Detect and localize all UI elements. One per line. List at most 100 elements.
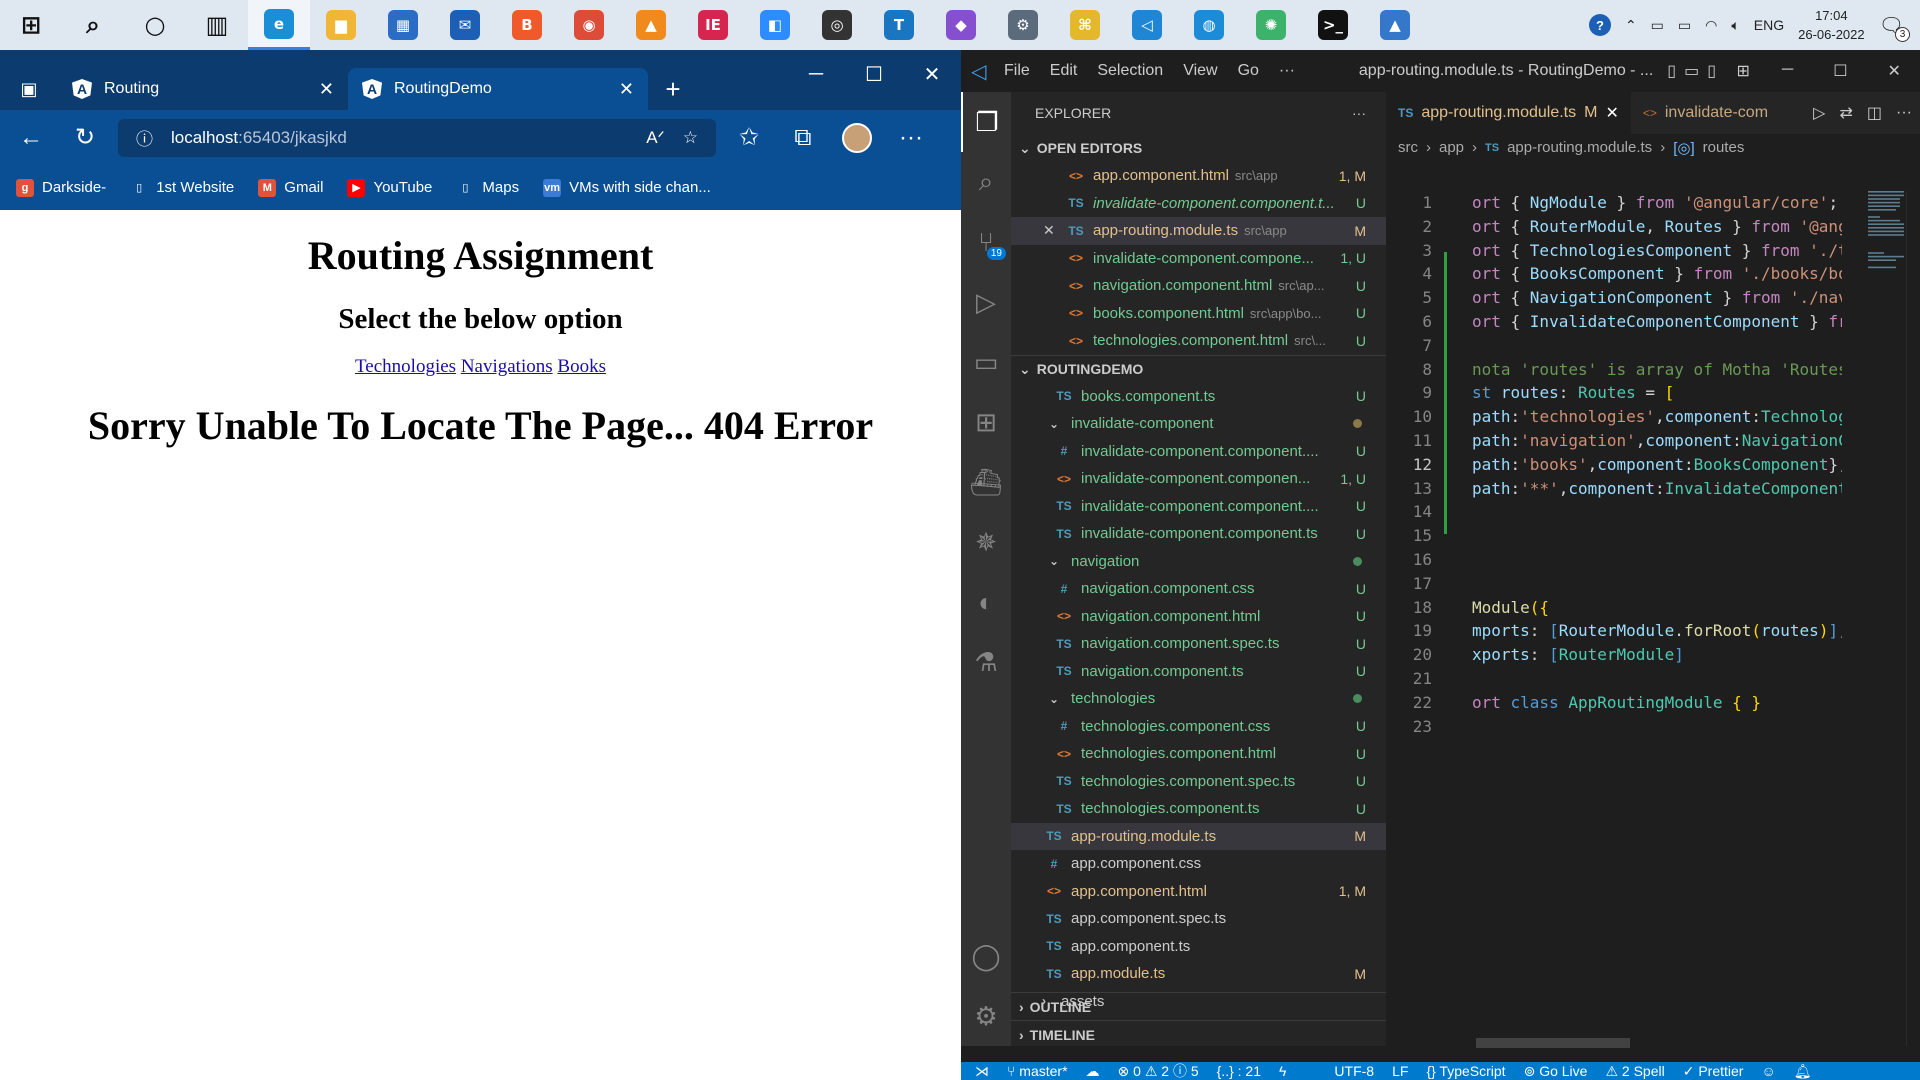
minimize-icon[interactable]: ─: [1782, 61, 1793, 81]
minimize-icon[interactable]: ─: [787, 50, 845, 98]
code-line[interactable]: 22 ort class AppRoutingModule { }: [1386, 691, 1920, 715]
add-favorite-icon[interactable]: ☆: [683, 128, 698, 148]
kubernetes-icon[interactable]: ✵: [961, 512, 1011, 572]
code-line[interactable]: 14: [1386, 500, 1920, 524]
code-line[interactable]: 6 ort { InvalidateComponentComponent } fr…: [1386, 310, 1920, 334]
explorer-icon[interactable]: ❐: [961, 92, 1011, 152]
code-line[interactable]: 4 ort { BooksComponent } from './books/bo…: [1386, 262, 1920, 286]
taskbar-disk-app-icon[interactable]: ◍: [1178, 0, 1240, 50]
file-item[interactable]: TS app-routing.module.ts M: [1011, 822, 1386, 850]
extensions-icon[interactable]: ⊞: [961, 392, 1011, 452]
code-line[interactable]: 19 mports: [RouterModule.forRoot(routes)]…: [1386, 619, 1920, 643]
file-item[interactable]: # app.component.css: [1011, 850, 1386, 878]
file-item[interactable]: <> navigation.component.html U: [1011, 603, 1386, 631]
file-item[interactable]: # invalidate-component.component.... U: [1011, 438, 1386, 466]
taskbar-brave-icon[interactable]: B: [496, 0, 558, 50]
clock[interactable]: 17:04 26-06-2022: [1798, 6, 1865, 44]
favorites-icon[interactable]: ✩: [728, 117, 770, 159]
address-bar[interactable]: ⓘ localhost:65403/jkasjkd Aᐟ ☆: [118, 118, 716, 157]
file-item[interactable]: TS navigation.component.spec.ts U: [1011, 630, 1386, 658]
feedback-icon[interactable]: ☺: [1761, 1063, 1775, 1079]
editor-tab-app-routing[interactable]: TS app-routing.module.ts M ✕: [1386, 92, 1631, 134]
menu-item[interactable]: Go: [1238, 62, 1259, 80]
browser-tab-routingdemo[interactable]: A RoutingDemo ✕: [348, 68, 648, 110]
taskbar-obs-icon[interactable]: ◎: [806, 0, 868, 50]
close-tab-icon[interactable]: ✕: [1605, 103, 1618, 123]
explorer-more-icon[interactable]: ···: [1352, 105, 1366, 121]
taskbar-vscode-icon[interactable]: ◁: [1116, 0, 1178, 50]
timeline-section[interactable]: › TIMELINE: [1011, 1020, 1386, 1048]
maximize-icon[interactable]: ☐: [845, 50, 903, 98]
link-books[interactable]: Books: [557, 356, 606, 377]
taskbar-file-explorer-icon[interactable]: ▆: [310, 0, 372, 50]
file-item[interactable]: <> app.component.html src\app 1, M: [1011, 162, 1386, 190]
menu-item[interactable]: Edit: [1050, 62, 1078, 80]
breadcrumb-src[interactable]: src: [1398, 139, 1418, 156]
golive-status[interactable]: ⊚ Go Live: [1524, 1063, 1588, 1080]
code-line[interactable]: 9 st routes: Routes = [: [1386, 381, 1920, 405]
source-control-icon[interactable]: ⑂ 19: [961, 212, 1011, 272]
breadcrumb-app[interactable]: app: [1439, 139, 1464, 156]
sync-icon[interactable]: ☁: [1086, 1063, 1100, 1080]
taskbar-atom-icon[interactable]: ✺: [1240, 0, 1302, 50]
file-item[interactable]: <> navigation.component.html src\ap... U: [1011, 272, 1386, 300]
bookmark-item[interactable]: ▯ Maps: [456, 179, 519, 197]
taskbar-zoom-icon[interactable]: ◧: [744, 0, 806, 50]
taskbar-visual-studio-icon[interactable]: ◆: [930, 0, 992, 50]
search-icon[interactable]: ⌕: [961, 152, 1011, 212]
code-line[interactable]: 11 path:'navigation',component:Navigation…: [1386, 429, 1920, 453]
remote-icon[interactable]: ⋊: [975, 1063, 989, 1080]
close-icon[interactable]: ✕: [1043, 222, 1055, 239]
taskbar-settings-app-icon[interactable]: ⚙: [992, 0, 1054, 50]
code-line[interactable]: 8 nota 'routes' is array of Motha 'Routes…: [1386, 358, 1920, 382]
branch-status[interactable]: ⑂ master*: [1007, 1063, 1068, 1079]
code-line[interactable]: 15: [1386, 524, 1920, 548]
breadcrumb-symbol[interactable]: routes: [1703, 139, 1745, 156]
close-icon[interactable]: ✕: [1888, 61, 1901, 81]
taskbar-mail-icon[interactable]: ✉: [434, 0, 496, 50]
refresh-button[interactable]: ↻: [64, 117, 106, 159]
taskbar-vlc-icon[interactable]: ▲: [620, 0, 682, 50]
code-line[interactable]: 12 path:'books',component:BooksComponent}…: [1386, 453, 1920, 477]
language-status[interactable]: {} TypeScript: [1426, 1063, 1505, 1079]
volume-icon[interactable]: 🔈︎: [1731, 17, 1739, 34]
lightning-icon[interactable]: ϟ: [1279, 1063, 1286, 1079]
code-line[interactable]: 18 Module({: [1386, 596, 1920, 620]
file-item[interactable]: TS technologies.component.ts U: [1011, 795, 1386, 823]
notifications-icon[interactable]: 🔔︎: [1794, 1063, 1812, 1080]
file-item[interactable]: <> invalidate-component.componen... 1, U: [1011, 465, 1386, 493]
file-item[interactable]: <> technologies.component.html U: [1011, 740, 1386, 768]
run-debug-icon[interactable]: ▷: [961, 272, 1011, 332]
file-item[interactable]: <> technologies.component.html src\... U: [1011, 327, 1386, 355]
file-item[interactable]: # technologies.component.css U: [1011, 713, 1386, 741]
file-item[interactable]: TS invalidate-component.component.ts U: [1011, 520, 1386, 548]
file-item[interactable]: # navigation.component.css U: [1011, 575, 1386, 603]
split-editor-icon[interactable]: ◫: [1867, 103, 1882, 123]
taskbar-tool-yellow-icon[interactable]: ⌘: [1054, 0, 1116, 50]
code-line[interactable]: 13 path:'**',component:InvalidateComponen…: [1386, 477, 1920, 501]
folder-item[interactable]: ⌄ invalidate-component: [1011, 410, 1386, 438]
run-icon[interactable]: ▷: [1813, 103, 1825, 123]
battery-icon[interactable]: ▭: [1678, 17, 1691, 34]
file-item[interactable]: <> invalidate-component.compone... 1, U: [1011, 245, 1386, 273]
read-aloud-icon[interactable]: Aᐟ: [646, 128, 665, 148]
spell-status[interactable]: ⚠ 2 Spell: [1605, 1063, 1664, 1080]
code-line[interactable]: 2 ort { RouterModule, Routes } from '@ang…: [1386, 215, 1920, 239]
back-button[interactable]: ←: [10, 117, 52, 159]
file-item[interactable]: TS app.component.ts: [1011, 933, 1386, 961]
taskbar-store-icon[interactable]: ▦: [372, 0, 434, 50]
close-tab-icon[interactable]: ✕: [319, 79, 334, 100]
profile-avatar[interactable]: [836, 117, 878, 159]
notification-button[interactable]: 🗨︎ 3: [1879, 13, 1910, 42]
menu-item[interactable]: Selection: [1097, 62, 1163, 80]
file-item[interactable]: TS technologies.component.spec.ts U: [1011, 768, 1386, 796]
project-section[interactable]: ⌄ ROUTINGDEMO: [1011, 354, 1386, 383]
code-line[interactable]: 23: [1386, 715, 1920, 739]
file-item[interactable]: TS invalidate-component.component.t... U: [1011, 190, 1386, 218]
taskbar-search-icon[interactable]: ⌕: [62, 0, 124, 50]
file-item[interactable]: TS navigation.component.ts U: [1011, 658, 1386, 686]
tab-actions-icon[interactable]: ▣: [0, 68, 58, 110]
file-item[interactable]: TS invalidate-component.component.... U: [1011, 493, 1386, 521]
code-line[interactable]: 5 ort { NavigationComponent } from './nav…: [1386, 286, 1920, 310]
editor-more-icon[interactable]: ···: [1896, 104, 1912, 122]
